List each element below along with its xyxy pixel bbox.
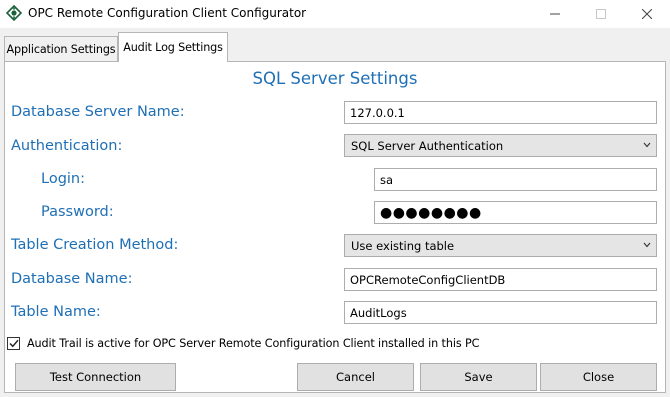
database-name-label: Database Name: [11, 271, 133, 287]
table-creation-dropdown[interactable]: Use existing table [344, 234, 657, 257]
tab-audit-log-settings[interactable]: Audit Log Settings [118, 32, 228, 62]
login-label: Login: [41, 171, 86, 187]
table-name-input[interactable]: AuditLogs [344, 301, 657, 324]
server-name-label: Database Server Name: [11, 104, 185, 120]
table-name-label: Table Name: [11, 304, 101, 320]
password-label: Password: [41, 204, 114, 220]
table-creation-label: Table Creation Method: [11, 237, 179, 253]
authentication-dropdown[interactable]: SQL Server Authentication [344, 134, 657, 157]
password-value: ●●●●●●●● [380, 204, 482, 221]
database-name-input[interactable]: OPCRemoteConfigClientDB [344, 268, 657, 291]
test-connection-button[interactable]: Test Connection [15, 363, 176, 391]
opc-app-icon [5, 4, 23, 22]
save-button[interactable]: Save [420, 363, 537, 391]
maximize-icon [596, 9, 606, 19]
minimize-button[interactable] [532, 0, 578, 28]
authentication-label: Authentication: [11, 138, 123, 154]
audit-trail-label[interactable]: Audit Trail is active for OPC Server Rem… [27, 337, 479, 350]
checkmark-icon [8, 339, 19, 348]
server-name-input[interactable]: 127.0.0.1 [344, 101, 657, 124]
minimize-icon [550, 13, 560, 15]
chevron-down-icon [643, 242, 651, 248]
close-button[interactable]: Close [540, 363, 657, 391]
maximize-button[interactable] [578, 0, 624, 28]
section-title: SQL Server Settings [252, 69, 418, 88]
title-bar: OPC Remote Configuration Client Configur… [0, 0, 670, 28]
audit-trail-checkbox[interactable] [7, 337, 20, 350]
authentication-selected: SQL Server Authentication [351, 138, 504, 153]
cancel-button[interactable]: Cancel [297, 363, 414, 391]
chevron-down-icon [643, 142, 651, 148]
close-icon [642, 9, 652, 19]
tab-application-settings[interactable]: Application Settings [4, 36, 118, 61]
close-window-button[interactable] [624, 0, 670, 28]
window-title: OPC Remote Configuration Client Configur… [28, 6, 307, 20]
password-input[interactable]: ●●●●●●●● [374, 201, 657, 224]
table-creation-selected: Use existing table [351, 238, 455, 253]
login-input[interactable]: sa [374, 168, 657, 191]
